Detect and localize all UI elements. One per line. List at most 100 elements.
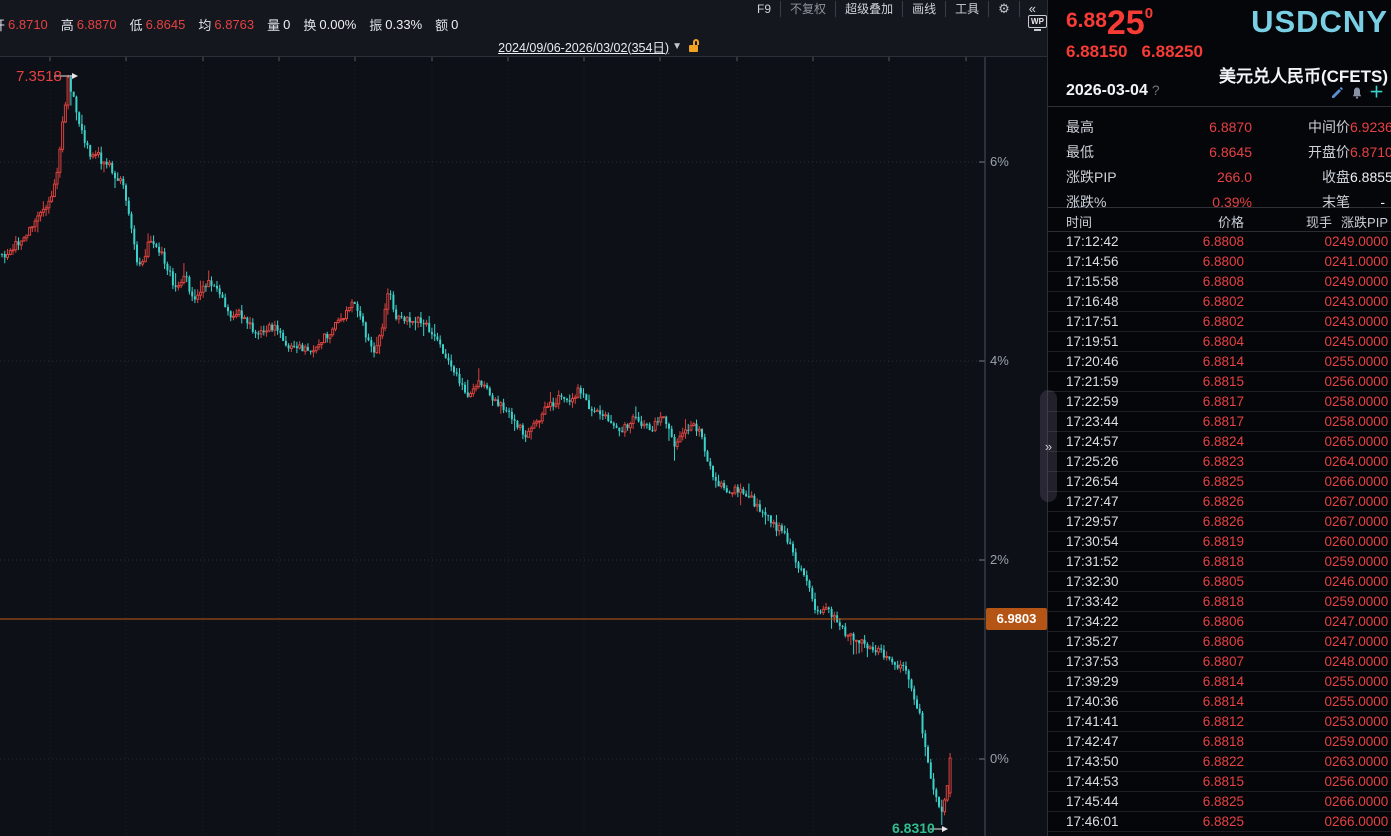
tick-price: 6.8814 bbox=[1161, 674, 1244, 689]
tick-pip: 259.0000 bbox=[1332, 734, 1388, 749]
tick-pip: 245.0000 bbox=[1332, 334, 1388, 349]
menu-item-1[interactable]: 不复权 bbox=[780, 1, 835, 17]
col-header-2: 现手 bbox=[1244, 212, 1332, 231]
unlock-icon[interactable] bbox=[689, 39, 701, 53]
table-row[interactable]: 17:22:596.88170258.0000 bbox=[1048, 392, 1391, 412]
tick-price: 6.8808 bbox=[1161, 274, 1244, 289]
chart-canvas[interactable] bbox=[0, 57, 1047, 836]
table-row[interactable]: 17:30:546.88190260.0000 bbox=[1048, 532, 1391, 552]
tick-time: 17:15:58 bbox=[1066, 274, 1161, 289]
tick-price: 6.8826 bbox=[1161, 514, 1244, 529]
tick-price: 6.8805 bbox=[1161, 574, 1244, 589]
tick-lot: 0 bbox=[1244, 714, 1332, 729]
summary-value: 6.8710 bbox=[1350, 144, 1391, 160]
date-range-link[interactable]: 2024/09/06-2026/03/02(354日) bbox=[498, 37, 669, 56]
tick-time: 17:20:46 bbox=[1066, 354, 1161, 369]
table-row[interactable]: 17:27:476.88260267.0000 bbox=[1048, 492, 1391, 512]
add-plus-icon[interactable]: ＋ bbox=[1370, 86, 1383, 99]
table-row[interactable]: 17:43:506.88220263.0000 bbox=[1048, 752, 1391, 772]
tick-pip: 264.0000 bbox=[1332, 454, 1388, 469]
menu-item-0[interactable]: F9 bbox=[748, 1, 780, 17]
menu-item-2[interactable]: 超级叠加 bbox=[835, 1, 902, 17]
summary-label: 收盘 bbox=[1254, 167, 1350, 187]
tick-pip: 247.0000 bbox=[1332, 614, 1388, 629]
table-row[interactable]: 17:35:276.88060247.0000 bbox=[1048, 632, 1391, 652]
summary-row: 最低6.8645开盘价6.8710 bbox=[1066, 139, 1387, 164]
tick-lot: 0 bbox=[1244, 474, 1332, 489]
tick-price: 6.8814 bbox=[1161, 354, 1244, 369]
tick-pip: 255.0000 bbox=[1332, 354, 1388, 369]
help-icon[interactable]: ? bbox=[1152, 82, 1160, 98]
table-row[interactable]: 17:17:516.88020243.0000 bbox=[1048, 312, 1391, 332]
tick-time: 17:23:44 bbox=[1066, 414, 1161, 429]
table-row[interactable]: 17:12:426.88080249.0000 bbox=[1048, 232, 1391, 252]
table-row[interactable]: 17:42:476.88180259.0000 bbox=[1048, 732, 1391, 752]
wp-monitor-icon[interactable]: WP bbox=[1028, 15, 1047, 34]
bid-price: 6.88150 bbox=[1066, 42, 1127, 61]
table-row[interactable]: 17:31:526.88180259.0000 bbox=[1048, 552, 1391, 572]
tick-pip: 241.0000 bbox=[1332, 254, 1388, 269]
table-row[interactable]: 17:21:596.88150256.0000 bbox=[1048, 372, 1391, 392]
summary-value: 6.8645 bbox=[1154, 144, 1254, 160]
tick-price: 6.8818 bbox=[1161, 734, 1244, 749]
table-row[interactable]: 17:19:516.88040245.0000 bbox=[1048, 332, 1391, 352]
tick-price: 6.8806 bbox=[1161, 614, 1244, 629]
table-row[interactable]: 17:25:266.88230264.0000 bbox=[1048, 452, 1391, 472]
table-row[interactable]: 17:41:416.88120253.0000 bbox=[1048, 712, 1391, 732]
tick-lot: 0 bbox=[1244, 514, 1332, 529]
tick-time: 17:26:54 bbox=[1066, 474, 1161, 489]
menu-item-4[interactable]: 工具 bbox=[945, 1, 988, 17]
candlestick-chart[interactable]: 6%4%2%0% 6.9803 7.3518 6.8310 bbox=[0, 57, 1047, 836]
tick-lot: 0 bbox=[1244, 354, 1332, 369]
quote-panel: 6.88250 6.881506.88250 USDCNY 美元兑人民币(CFE… bbox=[1047, 0, 1391, 836]
tick-time: 17:27:47 bbox=[1066, 494, 1161, 509]
tick-lot: 0 bbox=[1244, 694, 1332, 709]
tick-time: 17:17:51 bbox=[1066, 314, 1161, 329]
panel-collapse-handle[interactable]: » bbox=[1040, 390, 1057, 502]
tick-time: 17:32:30 bbox=[1066, 574, 1161, 589]
table-row[interactable]: 17:44:536.88150256.0000 bbox=[1048, 772, 1391, 792]
table-row[interactable]: 17:16:486.88020243.0000 bbox=[1048, 292, 1391, 312]
tick-lot: 0 bbox=[1244, 414, 1332, 429]
table-row[interactable]: 17:29:576.88260267.0000 bbox=[1048, 512, 1391, 532]
tick-time: 17:33:42 bbox=[1066, 594, 1161, 609]
tick-lot: 0 bbox=[1244, 254, 1332, 269]
table-row[interactable]: 17:24:576.88240265.0000 bbox=[1048, 432, 1391, 452]
tick-price: 6.8824 bbox=[1161, 434, 1244, 449]
stat-振: 振0.33% bbox=[369, 16, 422, 33]
tick-time: 17:44:53 bbox=[1066, 774, 1161, 789]
edit-pencil-icon[interactable] bbox=[1330, 86, 1343, 99]
caret-down-icon[interactable]: ▼ bbox=[672, 41, 682, 52]
table-row[interactable]: 17:40:366.88140255.0000 bbox=[1048, 692, 1391, 712]
table-row[interactable]: 17:20:466.88140255.0000 bbox=[1048, 352, 1391, 372]
tick-price: 6.8825 bbox=[1161, 794, 1244, 809]
date-range-row: 2024/09/06-2026/03/02(354日) ▼ bbox=[498, 36, 701, 56]
table-row[interactable]: 17:34:226.88060247.0000 bbox=[1048, 612, 1391, 632]
tick-lot: 0 bbox=[1244, 674, 1332, 689]
table-row[interactable]: 17:37:536.88070248.0000 bbox=[1048, 652, 1391, 672]
tick-price: 6.8818 bbox=[1161, 554, 1244, 569]
table-row[interactable]: 17:23:446.88170258.0000 bbox=[1048, 412, 1391, 432]
table-row[interactable]: 17:33:426.88180259.0000 bbox=[1048, 592, 1391, 612]
tick-time: 17:35:27 bbox=[1066, 634, 1161, 649]
gear-icon[interactable]: ⚙ bbox=[988, 1, 1019, 17]
tick-pip: 267.0000 bbox=[1332, 494, 1388, 509]
table-row[interactable]: 17:15:586.88080249.0000 bbox=[1048, 272, 1391, 292]
alert-bell-icon[interactable] bbox=[1350, 86, 1363, 99]
tick-pip: 259.0000 bbox=[1332, 594, 1388, 609]
bid-ask: 6.881506.88250 bbox=[1066, 42, 1217, 62]
table-row[interactable]: 17:32:306.88050246.0000 bbox=[1048, 572, 1391, 592]
tick-pip: 249.0000 bbox=[1332, 274, 1388, 289]
table-row[interactable]: 17:46:016.88250266.0000 bbox=[1048, 812, 1391, 832]
tick-lot: 0 bbox=[1244, 394, 1332, 409]
stat-均: 均6.8763 bbox=[198, 16, 254, 33]
table-row[interactable]: 17:14:566.88000241.0000 bbox=[1048, 252, 1391, 272]
table-row[interactable]: 17:39:296.88140255.0000 bbox=[1048, 672, 1391, 692]
tick-time: 17:45:44 bbox=[1066, 794, 1161, 809]
table-row[interactable]: 17:45:446.88250266.0000 bbox=[1048, 792, 1391, 812]
table-row[interactable]: 17:26:546.88250266.0000 bbox=[1048, 472, 1391, 492]
tick-lot: 0 bbox=[1244, 494, 1332, 509]
tick-pip: 248.0000 bbox=[1332, 654, 1388, 669]
tick-time: 17:21:59 bbox=[1066, 374, 1161, 389]
menu-item-3[interactable]: 画线 bbox=[902, 1, 945, 17]
